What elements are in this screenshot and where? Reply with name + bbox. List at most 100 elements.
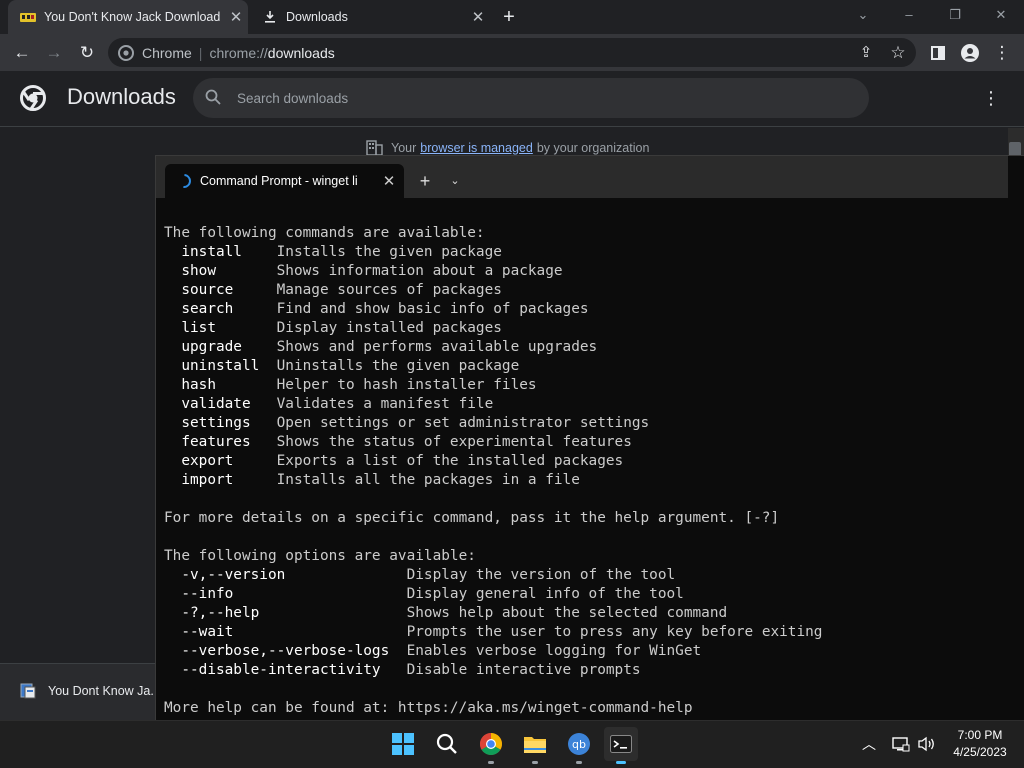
terminal-line: install Installs the given package — [164, 243, 1014, 262]
command-name: source — [181, 282, 277, 298]
terminal-output[interactable]: The following commands are available: in… — [164, 224, 1014, 720]
command-description: Uninstalls the given package — [276, 358, 520, 374]
command-description: Installs the given package — [276, 244, 502, 260]
command-description: Helper to hash installer files — [276, 377, 537, 393]
volume-icon[interactable] — [918, 736, 936, 752]
qbittorrent-icon[interactable]: qb — [562, 727, 596, 761]
site-label: Chrome — [142, 44, 192, 61]
address-bar[interactable]: Chrome | chrome:// downloads — [108, 38, 916, 67]
close-icon[interactable]: ✕ — [978, 0, 1024, 30]
yellow-game-icon — [20, 11, 36, 23]
terminal-new-tab-button[interactable]: + — [413, 169, 437, 193]
download-icon — [262, 11, 278, 23]
terminal-active-indicator — [616, 761, 626, 764]
command-description: Manage sources of packages — [276, 282, 502, 298]
browser-managed-link[interactable]: browser is managed — [420, 141, 533, 155]
star-icon[interactable]: ☆ — [885, 40, 911, 66]
profile-icon[interactable] — [957, 40, 983, 66]
windows-start-icon[interactable] — [386, 727, 420, 761]
chrome-icon[interactable] — [474, 727, 508, 761]
close-tab-icon[interactable]: ✕ — [466, 8, 490, 26]
terminal-line: list Display installed packages — [164, 319, 1014, 338]
search-downloads-input[interactable]: Search downloads — [193, 78, 869, 118]
option-description: Enables verbose logging for WinGet — [406, 643, 702, 659]
terminal-icon[interactable] — [604, 727, 638, 761]
option-name: --wait — [181, 624, 407, 640]
url-scheme: chrome:// — [209, 44, 268, 61]
loading-spinner-icon — [174, 171, 194, 191]
terminal-text: The following options are available: — [164, 548, 476, 564]
chevron-down-icon[interactable]: ⌄ — [444, 169, 466, 193]
network-icon[interactable] — [892, 736, 910, 752]
system-tray: ︿ — [860, 734, 936, 754]
menu-icon[interactable]: ⋮ — [989, 40, 1015, 66]
terminal-line: --wait Prompts the user to press any key… — [164, 623, 1014, 642]
terminal-line: settings Open settings or set administra… — [164, 414, 1014, 433]
terminal-line: --disable-interactivity Disable interact… — [164, 661, 1014, 680]
terminal-line: export Exports a list of the installed p… — [164, 452, 1014, 471]
browser-tab-downloads[interactable]: Downloads ✕ — [252, 0, 490, 34]
terminal-text: For more details on a specific command, … — [164, 510, 780, 526]
command-name: uninstall — [181, 358, 277, 374]
search-icon[interactable] — [430, 727, 464, 761]
page-title: Downloads — [67, 84, 176, 109]
sidepanel-icon[interactable] — [925, 40, 951, 66]
tab-title: You Don't Know Jack Download | — [44, 10, 224, 24]
terminal-line: -?,--help Shows help about the selected … — [164, 604, 1014, 623]
file-explorer-icon[interactable] — [518, 727, 552, 761]
forward-arrow-icon[interactable]: → — [41, 40, 67, 66]
clock[interactable]: 7:00 PM 4/25/2023 — [940, 727, 1020, 761]
terminal-text: The following commands are available: — [164, 225, 485, 241]
terminal-line: uninstall Uninstalls the given package — [164, 357, 1014, 376]
close-tab-icon[interactable]: ✕ — [224, 8, 248, 26]
terminal-tab[interactable]: Command Prompt - winget li ✕ — [165, 164, 404, 198]
browser-tab-youdontknowjack[interactable]: You Don't Know Jack Download | ✕ — [8, 0, 248, 34]
reload-icon[interactable]: ↻ — [74, 40, 100, 66]
close-icon[interactable]: ✕ — [374, 172, 404, 190]
command-description: Find and show basic info of packages — [276, 301, 589, 317]
share-icon[interactable]: ⇪ — [853, 40, 879, 66]
terminal-line: --info Display general info of the tool — [164, 585, 1014, 604]
command-name: settings — [181, 415, 277, 431]
option-name: -?,--help — [181, 605, 407, 621]
minimize-icon[interactable]: – — [886, 0, 932, 30]
download-item[interactable]: You Dont Know Ja... — [20, 683, 156, 699]
managed-notice: Your browser is managed by your organiza… — [366, 140, 649, 156]
managed-prefix: Your — [391, 141, 417, 155]
command-description: Shows the status of experimental feature… — [276, 434, 632, 450]
download-item-name: You Dont Know Ja... — [48, 684, 156, 698]
command-name: install — [181, 244, 277, 260]
terminal-line: For more details on a specific command, … — [164, 509, 1014, 528]
command-description: Exports a list of the installed packages — [276, 453, 624, 469]
svg-text:qb: qb — [572, 738, 586, 751]
command-name: export — [181, 453, 277, 469]
new-tab-button[interactable]: + — [496, 4, 522, 30]
terminal-line: More help can be found at: https://aka.m… — [164, 699, 1014, 718]
chrome-logo-icon — [20, 85, 46, 116]
back-arrow-icon[interactable]: ← — [9, 40, 35, 66]
option-name: --verbose,--verbose-logs — [181, 643, 407, 659]
terminal-line: --verbose,--verbose-logs Enables verbose… — [164, 642, 1014, 661]
option-name: -v,--version — [181, 567, 407, 583]
command-name: hash — [181, 377, 277, 393]
clock-date: 4/25/2023 — [953, 745, 1007, 759]
chrome-running-indicator — [488, 761, 494, 764]
option-description: Display the version of the tool — [406, 567, 676, 583]
command-description: Validates a manifest file — [276, 396, 494, 412]
more-actions-icon[interactable]: ⋮ — [982, 88, 1000, 109]
clock-time: 7:00 PM — [957, 728, 1003, 742]
chevron-down-icon[interactable]: ⌄ — [840, 0, 886, 30]
qbittorrent-running-indicator — [576, 761, 582, 764]
command-description: Open settings or set administrator setti… — [276, 415, 650, 431]
restore-icon[interactable]: ❐ — [932, 0, 978, 30]
terminal-line: search Find and show basic info of packa… — [164, 300, 1014, 319]
option-description: Disable interactive prompts — [406, 662, 641, 678]
chevron-up-icon[interactable]: ︿ — [860, 734, 878, 754]
terminal-line: hash Helper to hash installer files — [164, 376, 1014, 395]
option-description: Shows help about the selected command — [406, 605, 728, 621]
terminal-line: features Shows the status of experimenta… — [164, 433, 1014, 452]
option-description: Display general info of the tool — [406, 586, 684, 602]
command-name: features — [181, 434, 277, 450]
